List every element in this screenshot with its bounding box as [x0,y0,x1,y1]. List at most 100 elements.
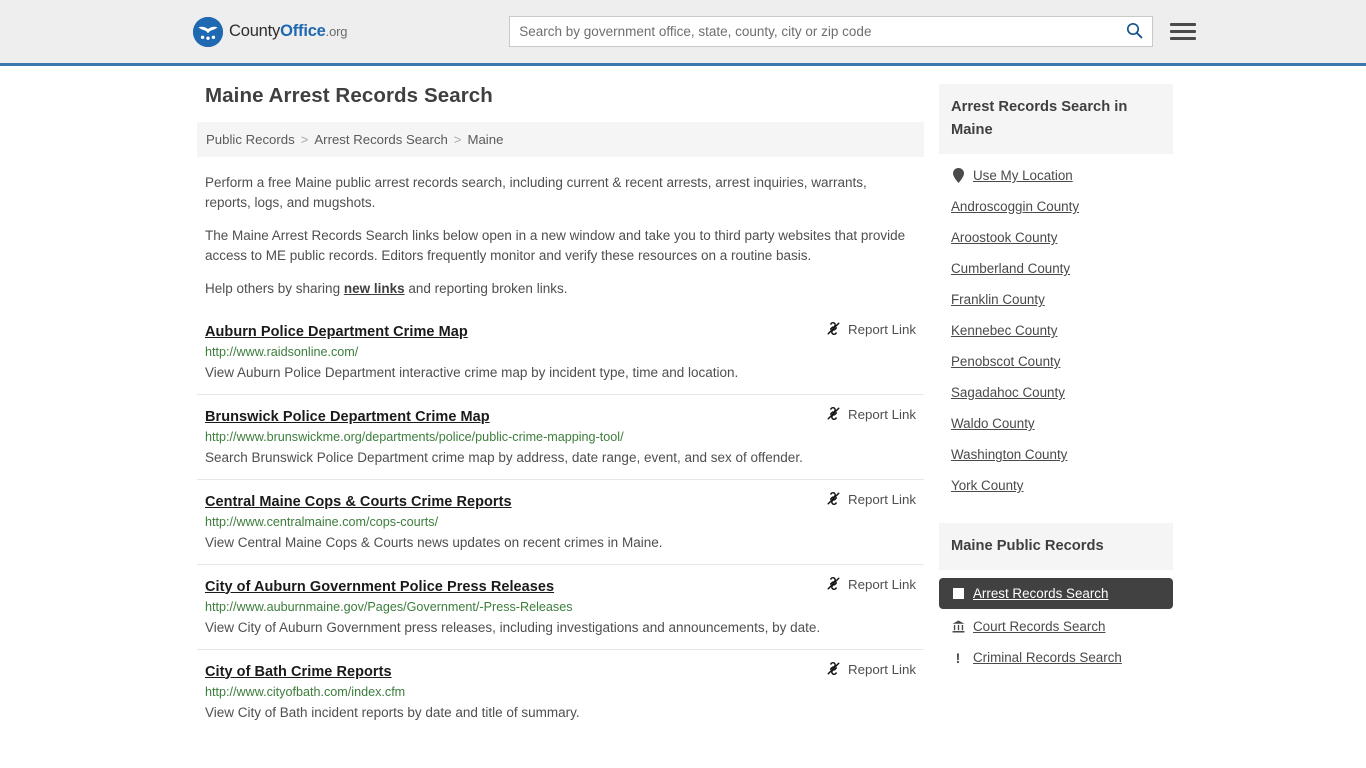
sidebar-item-cumberland-county[interactable]: Cumberland County [939,253,1173,284]
site-header: CountyOffice.org [0,0,1366,66]
search-icon [1126,22,1143,42]
resource-url: http://www.brunswickme.org/departments/p… [205,429,624,444]
resource-description: View City of Bath incident reports by da… [205,704,580,720]
report-link-button[interactable]: Report Link [826,321,916,339]
resource-title-link[interactable]: Central Maine Cops & Courts Crime Report… [205,494,512,510]
sidebar-item-label[interactable]: Washington County [951,447,1067,462]
sidebar-item-court-records-search[interactable]: Court Records Search [939,611,1173,642]
sidebar-item-label[interactable]: Court Records Search [973,619,1105,634]
sidebar-item-sagadahoc-county[interactable]: Sagadahoc County [939,377,1173,408]
sidebar-item-label[interactable]: Waldo County [951,416,1035,431]
report-link-button[interactable]: Report Link [826,576,916,594]
exclamation-icon: ! [955,649,961,666]
breadcrumb-item-arrest-records-search[interactable]: Arrest Records Search [314,132,447,147]
sidebar-item-label[interactable]: Penobscot County [951,354,1060,369]
intro-section: Perform a free Maine public arrest recor… [197,173,924,299]
report-link-button[interactable]: Report Link [826,406,916,424]
broken-link-icon [826,661,841,679]
logo-text-org: .org [325,24,348,40]
sidebar-item-washington-county[interactable]: Washington County [939,439,1173,470]
breadcrumb: Public Records > Arrest Records Search >… [197,122,924,157]
resource-description: Search Brunswick Police Department crime… [205,449,803,465]
sidebar-item-label[interactable]: Cumberland County [951,261,1070,276]
sidebar: Arrest Records Search in Maine Use My Lo… [939,84,1173,745]
sidebar-item-franklin-county[interactable]: Franklin County [939,284,1173,315]
site-logo-text: CountyOffice.org [229,23,347,40]
sidebar-item-label[interactable]: Aroostook County [951,230,1057,245]
sidebar-item-label[interactable]: Criminal Records Search [973,650,1122,665]
intro-paragraph-2: The Maine Arrest Records Search links be… [205,228,906,263]
resource-description: View Central Maine Cops & Courts news up… [205,534,663,550]
list-item: Brunswick Police Department Crime Map Re… [197,406,924,480]
sidebar-item-york-county[interactable]: York County [939,470,1173,501]
sidebar-item-label[interactable]: Sagadahoc County [951,385,1065,400]
sidebar-item-androscoggin-county[interactable]: Androscoggin County [939,191,1173,222]
broken-link-icon [826,576,841,594]
sidebar-item-waldo-county[interactable]: Waldo County [939,408,1173,439]
sidebar-item-label[interactable]: Androscoggin County [951,199,1079,214]
resource-description: View City of Auburn Government press rel… [205,619,821,635]
courthouse-icon [951,620,965,633]
sidebar-item-label[interactable]: Kennebec County [951,323,1057,338]
list-item: City of Auburn Government Police Press R… [197,576,924,650]
list-item: Central Maine Cops & Courts Crime Report… [197,491,924,565]
hamburger-bar [1170,37,1197,40]
search-input[interactable] [510,17,1117,46]
sidebar-item-criminal-records-search[interactable]: ! Criminal Records Search [939,642,1173,673]
sidebar-item-arrest-records-search[interactable]: Arrest Records Search [939,578,1173,609]
site-logo[interactable]: CountyOffice.org [193,16,347,47]
breadcrumb-separator: > [300,132,309,147]
page-body: Maine Arrest Records Search Public Recor… [0,66,1366,745]
resource-url: http://www.cityofbath.com/index.cfm [205,684,406,699]
sidebar-item-label[interactable]: Arrest Records Search [973,586,1108,601]
hamburger-bar [1170,30,1197,33]
logo-text-county: County [229,22,281,41]
sidebar-item-label[interactable]: York County [951,478,1023,493]
sidebar-counties-box: Arrest Records Search in Maine Use My Lo… [939,84,1173,501]
hamburger-bar [1170,23,1197,26]
main-content: Maine Arrest Records Search Public Recor… [197,84,924,745]
broken-link-icon [826,491,841,509]
resource-url: http://www.centralmaine.com/cops-courts/ [205,514,439,529]
sidebar-item-use-my-location[interactable]: Use My Location [939,160,1173,191]
search-button[interactable] [1116,17,1152,46]
hamburger-menu-icon[interactable] [1170,23,1197,40]
sidebar-public-records-list: Arrest Records Search Court Records Sear… [939,570,1173,673]
resource-title-link[interactable]: City of Auburn Government Police Press R… [205,579,554,595]
resource-description: View Auburn Police Department interactiv… [205,364,739,380]
report-link-button[interactable]: Report Link [826,491,916,509]
search-bar[interactable] [509,16,1154,47]
report-link-button[interactable]: Report Link [826,661,916,679]
report-link-label: Report Link [848,577,916,592]
eagle-seal-logo-icon [193,16,223,47]
resource-title-link[interactable]: City of Bath Crime Reports [205,664,392,680]
sidebar-item-aroostook-county[interactable]: Aroostook County [939,222,1173,253]
logo-text-office: Office [280,22,326,41]
new-links-link[interactable]: new links [344,281,405,296]
breadcrumb-separator: > [453,132,462,147]
resource-title-link[interactable]: Auburn Police Department Crime Map [205,324,468,340]
sidebar-counties-title: Arrest Records Search in Maine [939,84,1173,154]
report-link-label: Report Link [848,407,916,422]
breadcrumb-item-public-records[interactable]: Public Records [206,132,295,147]
sidebar-public-records-title: Maine Public Records [939,523,1173,570]
resource-link-list: Auburn Police Department Crime Map Repor… [197,321,924,734]
sidebar-public-records-box: Maine Public Records Arrest Records Sear… [939,523,1173,673]
resource-url: http://www.auburnmaine.gov/Pages/Governm… [205,599,573,614]
sidebar-counties-list: Use My Location Androscoggin County Aroo… [939,154,1173,501]
intro-text-before-link: Help others by sharing [205,281,344,296]
breadcrumb-item-maine: Maine [467,132,504,147]
sidebar-item-label[interactable]: Use My Location [973,168,1073,183]
sidebar-item-penobscot-county[interactable]: Penobscot County [939,346,1173,377]
report-link-label: Report Link [848,322,916,337]
broken-link-icon [826,321,841,339]
intro-paragraph-1: Perform a free Maine public arrest recor… [205,175,867,210]
report-link-label: Report Link [848,662,916,677]
resource-title-link[interactable]: Brunswick Police Department Crime Map [205,409,490,425]
sidebar-item-kennebec-county[interactable]: Kennebec County [939,315,1173,346]
sidebar-item-label[interactable]: Franklin County [951,292,1045,307]
list-item: Auburn Police Department Crime Map Repor… [197,321,924,395]
page-title: Maine Arrest Records Search [205,84,493,107]
broken-link-icon [826,406,841,424]
intro-paragraph-3: Help others by sharing new links and rep… [205,279,916,299]
